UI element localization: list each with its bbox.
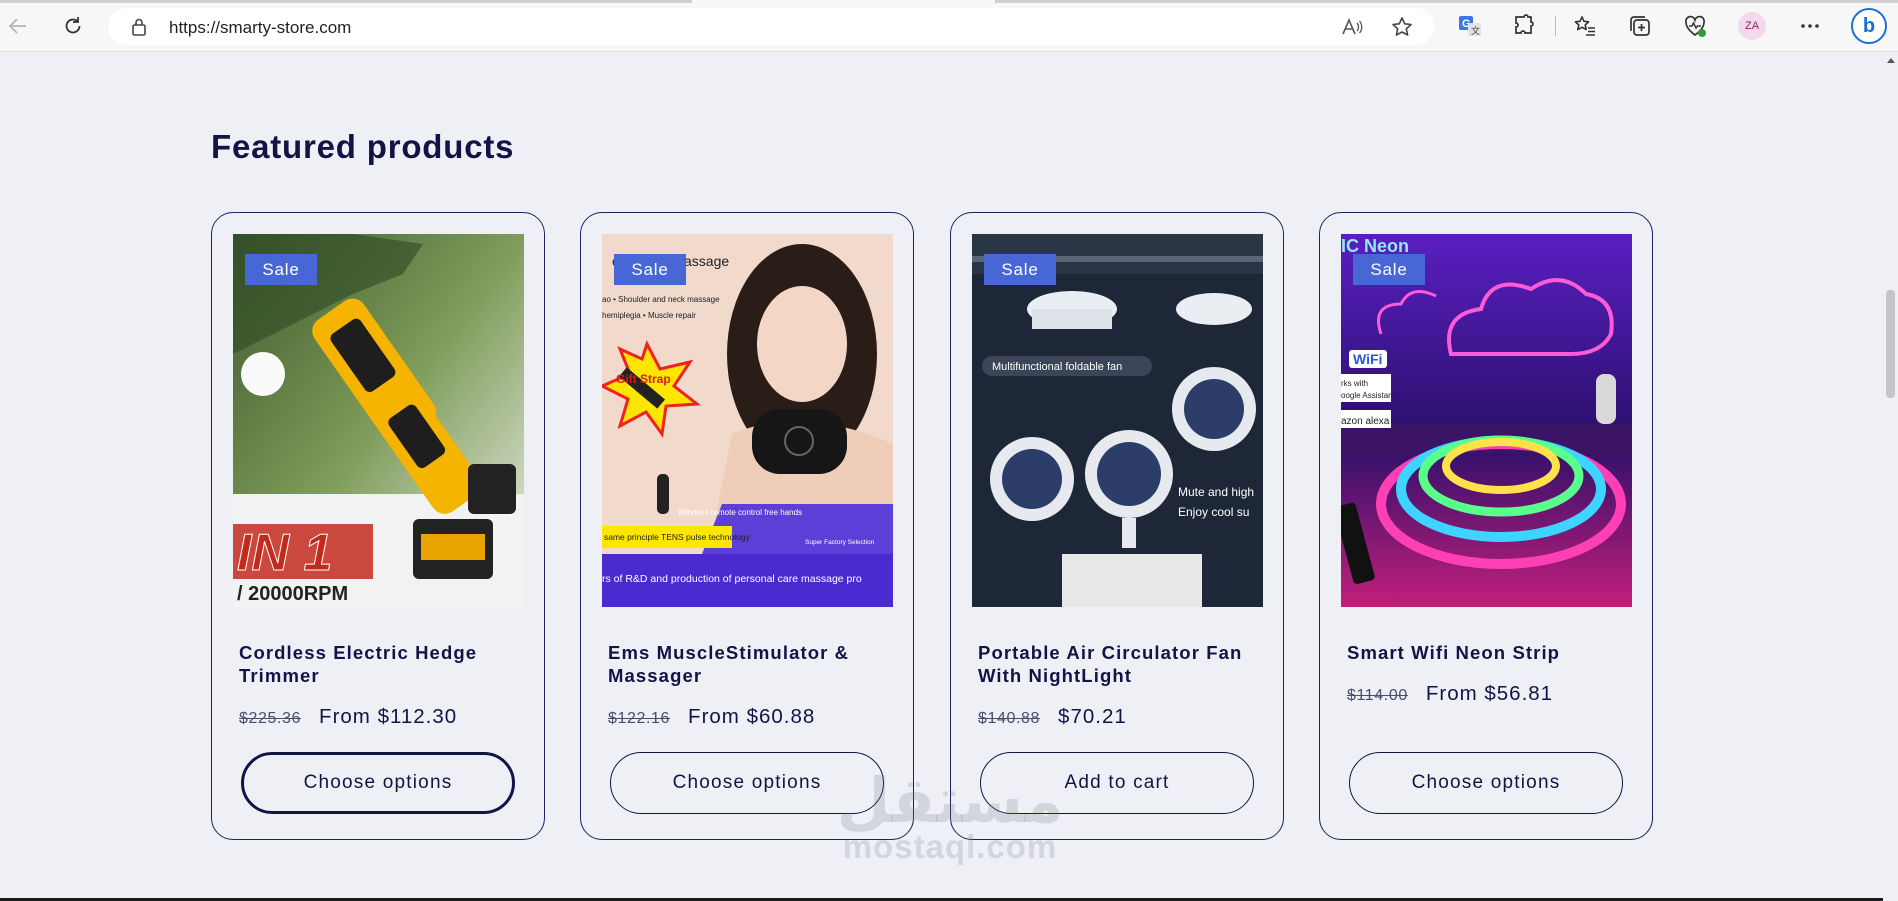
- product-card[interactable]: Multifunctional foldable fan Mute and hi…: [950, 212, 1284, 840]
- sale-badge: Sale: [984, 254, 1056, 285]
- sale-price: $70.21: [1058, 705, 1127, 728]
- lock-icon[interactable]: [130, 17, 148, 42]
- scroll-thumb[interactable]: [1886, 290, 1895, 398]
- product-title[interactable]: Portable Air Circulator Fan With NightLi…: [978, 641, 1268, 687]
- image-line: WiFi: [1353, 351, 1382, 367]
- image-line: Enjoy cool su: [1178, 505, 1249, 519]
- choose-options-button[interactable]: Choose options: [1349, 752, 1623, 814]
- price-row: $122.16 From $60.88: [608, 705, 908, 729]
- toolbar-separator: [1555, 16, 1556, 36]
- product-card[interactable]: IN 1 / 20000RPM Sale Cordless Electric H…: [211, 212, 545, 840]
- profile-avatar[interactable]: ZA: [1738, 12, 1766, 40]
- compare-at-price: $114.00: [1347, 687, 1408, 704]
- tab-strip-edge: [995, 0, 1898, 3]
- price-row: $114.00 From $56.81: [1347, 682, 1647, 706]
- watermark: مستقل mostaql.com: [830, 770, 1070, 866]
- collections-icon[interactable]: [1627, 13, 1653, 39]
- image-line: IC Neon: [1341, 236, 1409, 256]
- refresh-icon[interactable]: [58, 11, 88, 41]
- tab-strip-edge: [0, 0, 692, 3]
- image-text: Gift Strap: [616, 372, 671, 386]
- image-line: same principle TENS pulse technology: [604, 532, 751, 542]
- translate-icon[interactable]: G文: [1457, 13, 1483, 39]
- favorite-star-icon[interactable]: [1390, 15, 1414, 39]
- browser-toolbar: https://smarty-store.com G文 ZA b: [0, 0, 1898, 52]
- price-row: $225.36 From $112.30: [239, 705, 539, 729]
- product-title[interactable]: Cordless Electric Hedge Trimmer: [239, 641, 529, 687]
- image-text: IN 1: [237, 524, 332, 582]
- image-line: assage: [684, 253, 729, 269]
- browser-essentials-icon[interactable]: [1682, 13, 1708, 39]
- image-line: rks with: [1341, 379, 1368, 388]
- sale-price: From $112.30: [319, 705, 458, 728]
- compare-at-price: $225.36: [239, 710, 302, 727]
- image-line: rs of R&D and production of personal car…: [602, 573, 862, 585]
- url-text[interactable]: https://smarty-store.com: [169, 18, 351, 38]
- section-title: Featured products: [211, 128, 515, 165]
- product-title[interactable]: Ems MuscleStimulator & Massager: [608, 641, 898, 687]
- image-line: Multifunctional foldable fan: [992, 361, 1122, 373]
- choose-options-button[interactable]: Choose options: [241, 752, 515, 814]
- sale-badge: Sale: [245, 254, 317, 285]
- product-card[interactable]: co assage ao • Shoulder and neck massage…: [580, 212, 914, 840]
- back-icon[interactable]: [3, 11, 33, 41]
- extensions-icon[interactable]: [1511, 13, 1537, 39]
- product-image[interactable]: co assage ao • Shoulder and neck massage…: [602, 234, 893, 607]
- image-line: hemiplegia • Muscle repair: [602, 311, 696, 320]
- svg-text:文: 文: [1471, 25, 1480, 37]
- compare-at-price: $140.88: [978, 710, 1041, 727]
- product-image[interactable]: IC Neon WiFi rks with oogle Assistant az…: [1341, 234, 1632, 607]
- product-card[interactable]: IC Neon WiFi rks with oogle Assistant az…: [1319, 212, 1653, 840]
- compare-at-price: $122.16: [608, 710, 671, 727]
- price-row: $140.88 $70.21: [978, 705, 1278, 729]
- product-title[interactable]: Smart Wifi Neon Strip: [1347, 641, 1637, 664]
- image-line: Super Factory Selection: [805, 539, 875, 546]
- image-line: azon alexa: [1341, 416, 1390, 427]
- image-line: ao • Shoulder and neck massage: [602, 295, 720, 304]
- sale-badge: Sale: [614, 254, 686, 285]
- bing-icon[interactable]: b: [1851, 8, 1887, 44]
- scroll-up-arrow-icon[interactable]: [1887, 58, 1895, 63]
- sale-price: From $56.81: [1425, 682, 1554, 705]
- watermark-arabic: مستقل: [836, 764, 1064, 837]
- image-line: oogle Assistant: [1341, 391, 1396, 400]
- favorites-icon[interactable]: [1572, 13, 1598, 39]
- sale-price: From $60.88: [688, 705, 816, 728]
- image-line: Wireless remote control free hands: [678, 508, 802, 517]
- read-aloud-icon[interactable]: [1340, 15, 1364, 39]
- page-scrollbar[interactable]: [1883, 52, 1898, 901]
- image-subtext: / 20000RPM: [237, 583, 348, 605]
- sale-badge: Sale: [1353, 254, 1425, 285]
- address-bar[interactable]: https://smarty-store.com: [108, 8, 1434, 45]
- more-icon[interactable]: [1797, 13, 1823, 39]
- product-image[interactable]: Multifunctional foldable fan Mute and hi…: [972, 234, 1263, 607]
- watermark-latin: mostaql.com: [842, 828, 1058, 865]
- product-image[interactable]: IN 1 / 20000RPM Sale: [233, 234, 524, 607]
- image-line: Mute and high: [1178, 485, 1254, 499]
